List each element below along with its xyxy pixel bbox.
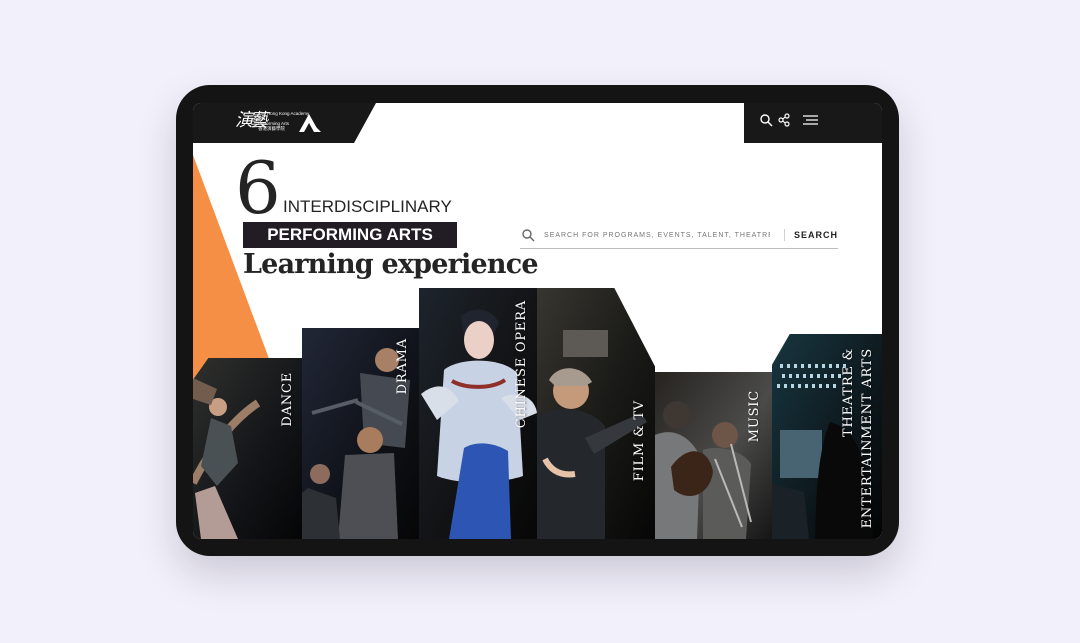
music-label: MUSIC [747, 390, 762, 443]
discipline-panels: DANCE DRAMA CHINESE OPERA FILM & TV MUSI… [193, 103, 882, 539]
website-screen: 演藝 The Hong Kong Academy for Performing … [193, 103, 882, 539]
chinese-opera-label: CHINESE OPERA [514, 300, 529, 429]
tablet-frame: 演藝 The Hong Kong Academy for Performing … [176, 85, 899, 556]
film-tv-panel[interactable]: FILM & TV [537, 288, 656, 539]
dance-label: DANCE [280, 372, 295, 427]
drama-panel[interactable]: DRAMA [302, 328, 420, 539]
music-panel[interactable]: MUSIC [655, 372, 773, 539]
film-tv-label: FILM & TV [632, 400, 647, 482]
theatre-label: THEATRE & [841, 348, 856, 438]
chinese-opera-panel[interactable]: CHINESE OPERA [419, 288, 538, 539]
drama-label: DRAMA [395, 338, 410, 395]
dance-panel[interactable]: DANCE [193, 358, 303, 539]
theatre-entertainment-panel[interactable]: THEATRE & ENTERTAINMENT ARTS [772, 334, 882, 539]
entertainment-arts-label: ENTERTAINMENT ARTS [860, 348, 875, 529]
